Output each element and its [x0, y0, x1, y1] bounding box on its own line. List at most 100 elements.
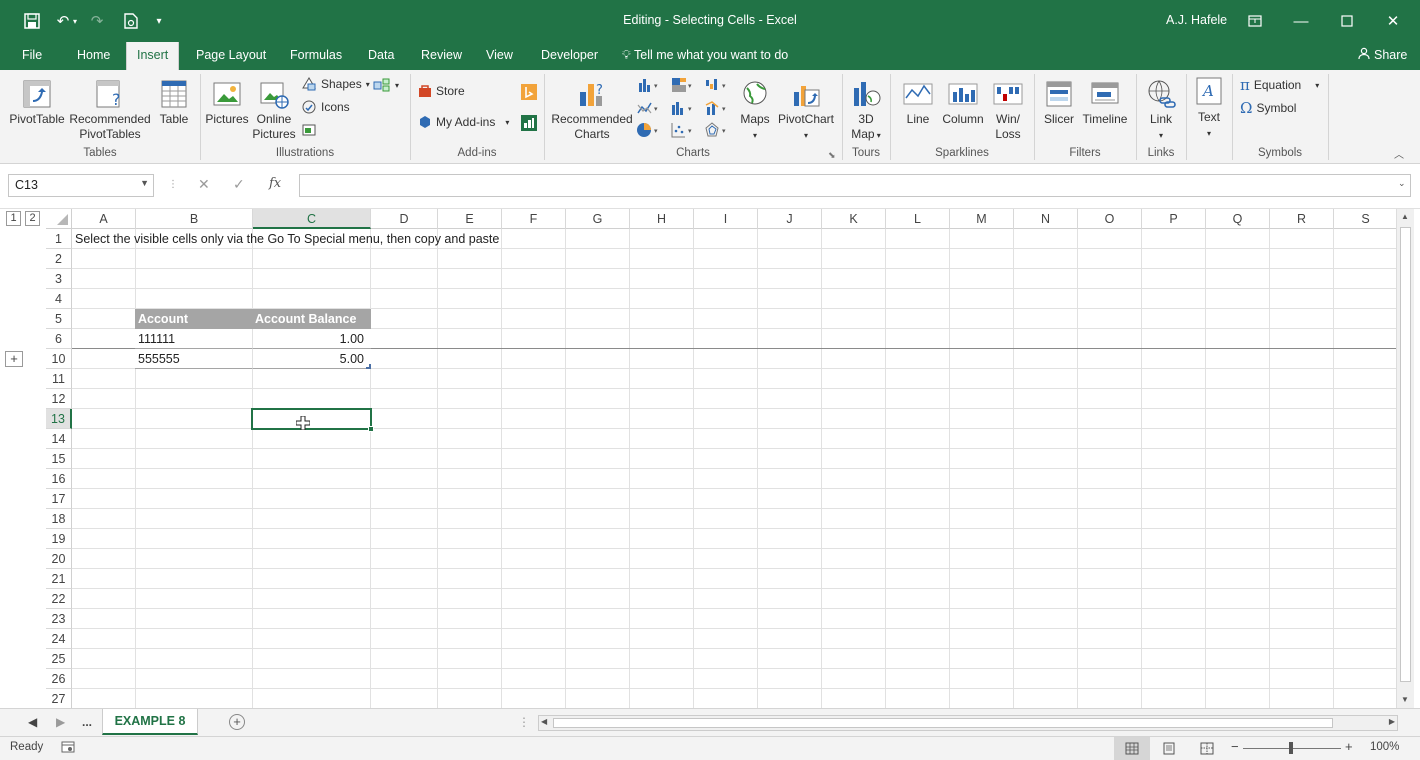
column-header-O[interactable]: O — [1078, 209, 1142, 229]
tab-developer[interactable]: Developer — [531, 42, 608, 70]
charts-dialog-launcher-icon[interactable]: ⬊ — [828, 150, 836, 161]
vertical-scrollbar[interactable]: ▲ ▼ — [1396, 209, 1414, 708]
column-header-Q[interactable]: Q — [1206, 209, 1270, 229]
scroll-right-icon[interactable]: ▶ — [1389, 717, 1395, 726]
row-header-21[interactable]: 21 — [46, 569, 72, 589]
row-header-11[interactable]: 11 — [46, 369, 72, 389]
scroll-up-icon[interactable]: ▲ — [1401, 212, 1409, 221]
tab-review[interactable]: Review — [411, 42, 472, 70]
column-header-D[interactable]: D — [371, 209, 438, 229]
enter-entry-icon[interactable]: ✓ — [233, 176, 245, 193]
sheet-tab-example-8[interactable]: EXAMPLE 8 — [102, 709, 198, 735]
more-sheets-button[interactable]: ... — [82, 715, 92, 729]
formula-input[interactable] — [299, 174, 1411, 197]
worksheet-grid[interactable]: ABCDEFGHIJKLMNOPQRS 1 2 3 4 5 6 10 11 12 13 14 15 16… — [46, 209, 1396, 708]
row-header-6[interactable]: 6 — [46, 329, 72, 349]
row-header-5[interactable]: 5 — [46, 309, 72, 329]
online-pictures-button[interactable]: Online Pictures — [251, 78, 297, 142]
column-header-F[interactable]: F — [502, 209, 566, 229]
column-header-J[interactable]: J — [758, 209, 822, 229]
row-header-16[interactable]: 16 — [46, 469, 72, 489]
recommended-charts-button[interactable]: ? Recommended Charts — [549, 78, 635, 142]
line-chart-icon[interactable]: ▾ — [636, 99, 662, 117]
outline-level-1-button[interactable]: 1 — [6, 211, 21, 226]
column-header-M[interactable]: M — [950, 209, 1014, 229]
prev-sheet-icon[interactable]: ◀ — [28, 715, 37, 729]
recommended-pivottables-button[interactable]: ? Recommended PivotTables — [68, 78, 152, 142]
share-button[interactable]: Share — [1358, 42, 1407, 68]
expand-group-icon[interactable]: + — [5, 351, 23, 367]
column-header-B[interactable]: B — [136, 209, 253, 229]
column-header-E[interactable]: E — [438, 209, 502, 229]
column-header-A[interactable]: A — [72, 209, 136, 229]
select-all-button[interactable] — [46, 209, 72, 229]
minimize-icon[interactable]: — — [1278, 6, 1324, 36]
hierarchy-chart-icon[interactable]: ▾ — [670, 76, 696, 94]
row-header-10[interactable]: 10 — [46, 349, 72, 369]
maps-button[interactable]: Maps ▾ — [735, 78, 775, 143]
horizontal-scrollbar[interactable]: ◀ ▶ — [538, 715, 1398, 731]
column-header-G[interactable]: G — [566, 209, 630, 229]
name-box-dropdown-icon[interactable]: ▼ — [140, 178, 149, 188]
column-header-R[interactable]: R — [1270, 209, 1334, 229]
tab-data[interactable]: Data — [358, 42, 404, 70]
pivotchart-button[interactable]: PivotChart ▾ — [776, 78, 836, 143]
row-header-13[interactable]: 13 — [46, 409, 72, 429]
cell-B6[interactable]: 111111 — [135, 329, 253, 349]
scroll-left-icon[interactable]: ◀ — [541, 717, 547, 726]
table-resize-handle[interactable] — [366, 364, 371, 369]
tab-insert[interactable]: Insert — [126, 42, 180, 70]
column-chart-icon[interactable]: ▾ — [636, 76, 662, 94]
expand-formula-bar-icon[interactable]: ⌄ — [1398, 178, 1406, 189]
table-header-account-balance[interactable]: Account Balance — [252, 309, 371, 329]
collapse-ribbon-icon[interactable]: ︿ — [1394, 146, 1404, 161]
smartart-button[interactable]: ▾ — [373, 78, 399, 92]
name-box[interactable]: C13 ▼ — [8, 174, 154, 197]
next-sheet-icon[interactable]: ▶ — [56, 715, 65, 729]
normal-view-button[interactable] — [1114, 737, 1150, 760]
ribbon-display-options-icon[interactable] — [1232, 6, 1278, 36]
page-break-preview-icon[interactable] — [1200, 742, 1214, 758]
zoom-slider-thumb[interactable] — [1289, 742, 1293, 754]
table-header-account[interactable]: Account — [135, 309, 253, 329]
row-header-19[interactable]: 19 — [46, 529, 72, 549]
zoom-in-icon[interactable]: + — [1345, 739, 1353, 754]
combo-chart-icon[interactable]: ▾ — [704, 99, 730, 117]
sparkline-winloss-button[interactable]: Win/ Loss — [988, 78, 1028, 142]
link-button[interactable]: Link ▾ — [1142, 78, 1180, 143]
radar-chart-icon[interactable]: ▾ — [704, 121, 730, 139]
statistic-chart-icon[interactable]: ▾ — [670, 99, 696, 117]
macro-record-icon[interactable] — [61, 741, 75, 756]
tab-view[interactable]: View — [476, 42, 523, 70]
row-header-18[interactable]: 18 — [46, 509, 72, 529]
column-header-P[interactable]: P — [1142, 209, 1206, 229]
row-header-23[interactable]: 23 — [46, 609, 72, 629]
column-header-C[interactable]: C — [253, 209, 371, 229]
row-header-27[interactable]: 27 — [46, 689, 72, 708]
active-cell-C13[interactable] — [251, 408, 372, 430]
row-header-25[interactable]: 25 — [46, 649, 72, 669]
3d-map-button[interactable]: 3D Map ▾ — [846, 78, 886, 143]
symbol-button[interactable]: Ω Symbol — [1240, 99, 1296, 117]
cell-C6[interactable]: 1.00 — [252, 329, 371, 349]
cancel-entry-icon[interactable]: ✕ — [198, 176, 210, 193]
horizontal-scroll-thumb[interactable] — [553, 718, 1333, 728]
row-header-1[interactable]: 1 — [46, 229, 72, 249]
scatter-chart-icon[interactable]: ▾ — [670, 121, 696, 139]
column-header-I[interactable]: I — [694, 209, 758, 229]
row-header-4[interactable]: 4 — [46, 289, 72, 309]
bing-maps-button[interactable] — [521, 84, 537, 100]
shapes-button[interactable]: Shapes ▾ — [301, 76, 370, 92]
column-header-H[interactable]: H — [630, 209, 694, 229]
new-sheet-icon[interactable]: + — [229, 714, 245, 730]
row-header-12[interactable]: 12 — [46, 389, 72, 409]
row-header-17[interactable]: 17 — [46, 489, 72, 509]
outline-level-2-button[interactable]: 2 — [25, 211, 40, 226]
scroll-down-icon[interactable]: ▼ — [1401, 695, 1409, 704]
store-button[interactable]: Store — [418, 84, 465, 98]
column-header-K[interactable]: K — [822, 209, 886, 229]
tab-formulas[interactable]: Formulas — [280, 42, 352, 70]
my-addins-button[interactable]: My Add-ins ▾ — [418, 115, 509, 129]
cell-A1[interactable]: Select the visible cells only via the Go… — [72, 229, 502, 249]
row-header-24[interactable]: 24 — [46, 629, 72, 649]
